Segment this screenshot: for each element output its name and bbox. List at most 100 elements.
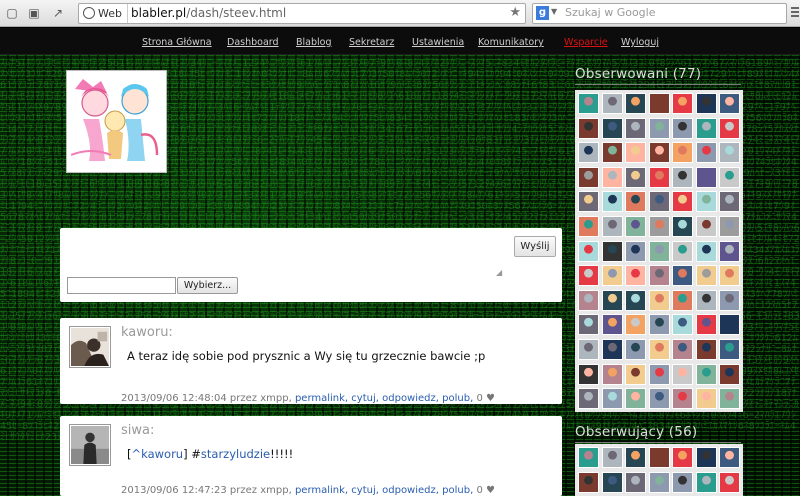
nav-item-blablog[interactable]: Blablog: [296, 37, 332, 48]
follower-avatar[interactable]: [601, 240, 623, 262]
permalink-link[interactable]: permalink,: [295, 393, 348, 404]
follower-avatar[interactable]: [672, 265, 693, 287]
follower-avatar[interactable]: [648, 240, 670, 262]
menu-icon[interactable]: [791, 5, 799, 21]
follower-avatar[interactable]: [648, 93, 670, 114]
nav-item-dashboard[interactable]: Dashboard: [227, 37, 279, 48]
follower-avatar[interactable]: [695, 363, 717, 385]
follower-avatar[interactable]: [719, 142, 740, 164]
follower-avatar[interactable]: [672, 93, 693, 114]
user-avatar[interactable]: [66, 70, 167, 173]
follower-avatar[interactable]: [601, 471, 623, 493]
follower-avatar[interactable]: [578, 142, 599, 164]
follower-avatar[interactable]: [601, 142, 623, 164]
follower-avatar[interactable]: [719, 447, 740, 468]
follower-avatar[interactable]: [719, 289, 740, 311]
file-input[interactable]: [67, 277, 176, 294]
follower-avatar[interactable]: [695, 314, 717, 336]
g-icon[interactable]: g: [536, 6, 549, 20]
nav-item-messengers[interactable]: Komunikatory: [478, 37, 544, 48]
follower-avatar[interactable]: [601, 117, 623, 139]
follower-avatar[interactable]: [695, 191, 717, 213]
follower-avatar[interactable]: [672, 363, 693, 385]
web-chip[interactable]: Web: [79, 4, 128, 23]
follower-avatar[interactable]: [625, 240, 646, 262]
follower-avatar[interactable]: [672, 388, 693, 410]
follower-avatar[interactable]: [648, 117, 670, 139]
follower-avatar[interactable]: [578, 265, 599, 287]
follower-avatar[interactable]: [648, 216, 670, 237]
follower-avatar[interactable]: [625, 363, 646, 385]
follower-avatar[interactable]: [719, 216, 740, 237]
follower-avatar[interactable]: [578, 216, 599, 237]
followers-title[interactable]: Obserwujący (56): [575, 424, 697, 440]
nav-item-secretary[interactable]: Sekretarz: [349, 37, 394, 48]
nav-item-home[interactable]: Strona Główna: [142, 37, 212, 48]
follower-avatar[interactable]: [695, 289, 717, 311]
nav-item-settings[interactable]: Ustawienia: [412, 37, 464, 48]
follower-avatar[interactable]: [625, 471, 646, 493]
followed-title[interactable]: Obserwowani (77): [575, 66, 701, 82]
follower-avatar[interactable]: [648, 339, 670, 360]
follower-avatar[interactable]: [672, 314, 693, 336]
follower-avatar[interactable]: [601, 191, 623, 213]
star-icon[interactable]: ★: [509, 5, 521, 20]
follower-avatar[interactable]: [601, 216, 623, 237]
post-avatar[interactable]: [69, 326, 111, 368]
follower-avatar[interactable]: [695, 166, 717, 188]
follower-avatar[interactable]: [672, 191, 693, 213]
follower-avatar[interactable]: [672, 216, 693, 237]
follower-avatar[interactable]: [719, 240, 740, 262]
permalink-link[interactable]: permalink,: [295, 485, 348, 496]
like-link[interactable]: polub,: [442, 393, 473, 404]
follower-avatar[interactable]: [672, 240, 693, 262]
follower-avatar[interactable]: [648, 388, 670, 410]
resize-grip-icon[interactable]: ◢: [496, 268, 502, 277]
quote-link[interactable]: cytuj,: [351, 393, 379, 404]
window-icon[interactable]: ▢: [3, 4, 21, 22]
follower-avatar[interactable]: [648, 447, 670, 468]
follower-avatar[interactable]: [672, 117, 693, 139]
follower-avatar[interactable]: [672, 289, 693, 311]
follower-avatar[interactable]: [648, 166, 670, 188]
nav-item-logout[interactable]: Wyloguj: [621, 37, 659, 48]
follower-avatar[interactable]: [578, 191, 599, 213]
follower-avatar[interactable]: [648, 289, 670, 311]
like-link[interactable]: polub,: [442, 485, 473, 496]
follower-avatar[interactable]: [625, 142, 646, 164]
follower-avatar[interactable]: [578, 471, 599, 493]
follower-avatar[interactable]: [719, 388, 740, 410]
follower-avatar[interactable]: [719, 93, 740, 114]
follower-avatar[interactable]: [648, 314, 670, 336]
reply-link[interactable]: odpowiedz,: [382, 393, 439, 404]
choose-file-button[interactable]: Wybierz...: [177, 277, 238, 294]
follower-avatar[interactable]: [578, 166, 599, 188]
follower-avatar[interactable]: [719, 166, 740, 188]
quote-link[interactable]: cytuj,: [351, 485, 379, 496]
follower-avatar[interactable]: [648, 265, 670, 287]
follower-avatar[interactable]: [625, 265, 646, 287]
follower-avatar[interactable]: [719, 339, 740, 360]
post-avatar[interactable]: [69, 424, 111, 466]
follower-avatar[interactable]: [672, 447, 693, 468]
follower-avatar[interactable]: [578, 363, 599, 385]
hashtag-link[interactable]: starzyludzie: [201, 447, 270, 461]
follower-avatar[interactable]: [578, 314, 599, 336]
follower-avatar[interactable]: [648, 142, 670, 164]
follower-avatar[interactable]: [625, 289, 646, 311]
share-icon[interactable]: ↗: [49, 4, 67, 22]
mention-link[interactable]: ^kaworu: [132, 447, 184, 461]
follower-avatar[interactable]: [601, 166, 623, 188]
follower-avatar[interactable]: [695, 142, 717, 164]
follower-avatar[interactable]: [601, 314, 623, 336]
chevron-down-icon[interactable]: ▼: [551, 7, 557, 16]
follower-avatar[interactable]: [625, 314, 646, 336]
follower-avatar[interactable]: [578, 289, 599, 311]
follower-avatar[interactable]: [648, 471, 670, 493]
follower-avatar[interactable]: [625, 447, 646, 468]
reply-link[interactable]: odpowiedz,: [382, 485, 439, 496]
follower-avatar[interactable]: [625, 191, 646, 213]
follower-avatar[interactable]: [695, 117, 717, 139]
address-bar[interactable]: Web blabler.pl/dash/steev.html ★: [78, 3, 526, 24]
follower-avatar[interactable]: [578, 447, 599, 468]
